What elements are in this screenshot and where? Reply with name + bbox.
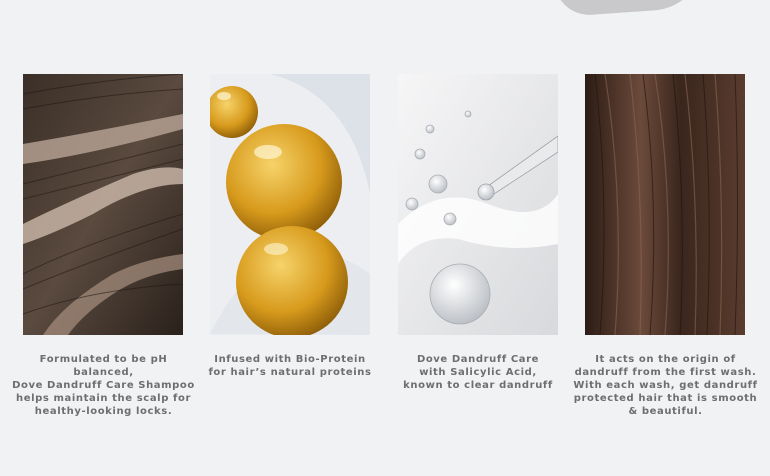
caption-line: With each wash, get dandruff: [573, 380, 758, 391]
caption-line: Formulated to be pH balanced,: [39, 354, 168, 378]
feature-caption-bio-protein: Infused with Bio-Protein for hair’s natu…: [204, 353, 376, 379]
feature-caption-ph-balanced: Formulated to be pH balanced, Dove Dandr…: [10, 353, 197, 418]
caption-line: protected hair that is smooth: [573, 393, 758, 404]
caption-line: healthy-looking locks.: [34, 406, 173, 417]
feature-card-ph-balanced: [23, 74, 183, 335]
decorative-shape: [553, 0, 707, 18]
caption-line: Dove Dandruff Care: [416, 354, 540, 365]
caption-line: for hair’s natural proteins: [208, 367, 372, 378]
serum-dropper-image: [398, 74, 558, 335]
caption-line: It acts on the origin of: [595, 354, 736, 365]
feature-caption-salicylic-acid: Dove Dandruff Care with Salicylic Acid, …: [393, 353, 563, 392]
caption-line: with Salicylic Acid,: [419, 367, 537, 378]
caption-line: helps maintain the scalp for: [15, 393, 191, 404]
smooth-hair-image: [585, 74, 745, 335]
scalp-image: [23, 74, 183, 335]
caption-line: & beautiful.: [628, 406, 703, 417]
caption-line: known to clear dandruff: [403, 380, 553, 391]
feature-card-bio-protein: [210, 74, 370, 335]
feature-card-origin-of-dandruff: [585, 74, 745, 335]
feature-card-salicylic-acid: [398, 74, 558, 335]
protein-bubbles-image: [210, 74, 370, 335]
caption-line: Infused with Bio-Protein: [214, 354, 366, 365]
caption-line: dandruff from the first wash.: [574, 367, 757, 378]
feature-caption-origin-of-dandruff: It acts on the origin of dandruff from t…: [573, 353, 758, 418]
caption-line: Dove Dandruff Care Shampoo: [12, 380, 195, 391]
